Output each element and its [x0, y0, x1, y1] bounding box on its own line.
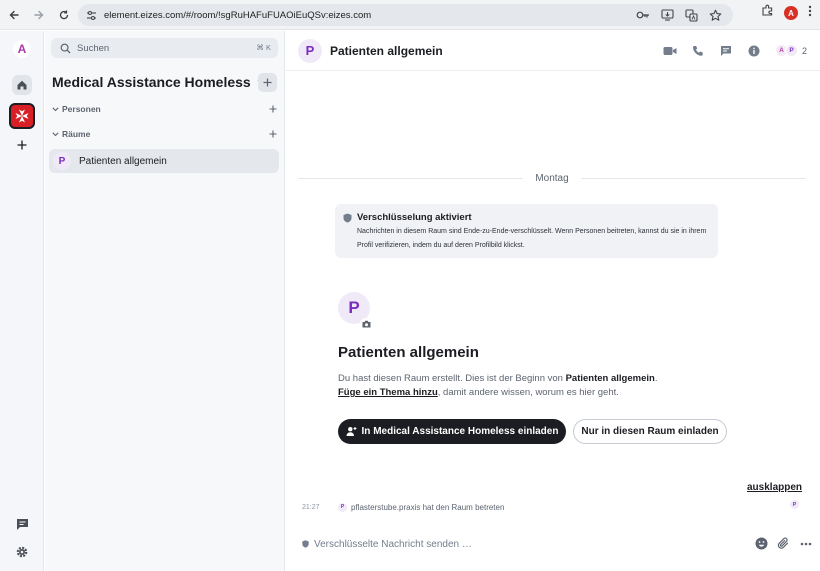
emoji-icon[interactable] [754, 536, 769, 551]
invite-to-space-label: In Medical Assistance Homeless einladen [361, 426, 559, 437]
home-icon [17, 80, 27, 90]
member-avatar: P [785, 44, 798, 57]
event-avatar[interactable]: P [338, 502, 347, 512]
invite-to-room-button[interactable]: Nur in diesen Raum einladen [573, 419, 727, 444]
space-name: Medical Assistance Homeless [52, 74, 251, 90]
add-room-button[interactable] [269, 127, 277, 141]
add-topic-link[interactable]: Füge ein Thema hinzu [338, 387, 438, 398]
translate-icon[interactable] [683, 7, 699, 23]
room-view: P Patienten allgemein A P 2 Montag Versc… [286, 31, 820, 571]
event-text: pflasterstube.praxis hat den Raum betret… [351, 502, 505, 512]
encryption-body: Nachrichten in diesem Raum sind Ende-zu-… [357, 228, 707, 249]
chevron-down-icon [51, 105, 60, 114]
room-name: Patienten allgemein [79, 155, 167, 167]
more-options-icon[interactable] [798, 536, 813, 551]
space-name-menu[interactable]: Medical Assistance Homeless [52, 74, 267, 90]
create-space-button[interactable] [12, 135, 32, 155]
event-timestamp: 21:27 [302, 503, 320, 511]
user-avatar[interactable]: A [13, 40, 31, 58]
video-call-icon[interactable] [662, 43, 678, 59]
url-text: element.eizes.com/#/room/!sgRuHAFuFUAOiE… [104, 9, 372, 21]
invite-to-space-button[interactable]: In Medical Assistance Homeless einladen [338, 419, 566, 444]
membership-event: 21:27 P pflasterstube.praxis hat den Rau… [302, 501, 504, 513]
room-avatar: P [53, 152, 71, 170]
install-app-icon[interactable] [659, 7, 675, 23]
space-avatar-malteser[interactable] [9, 103, 35, 129]
invite-to-room-label: Nur in diesen Raum einladen [581, 426, 719, 437]
bookmark-star-icon[interactable] [707, 7, 723, 23]
voice-call-icon[interactable] [690, 43, 706, 59]
encryption-notice: Verschlüsselung aktiviert Nachrichten in… [335, 204, 718, 258]
room-header[interactable]: P Patienten allgemein A P 2 [286, 31, 820, 71]
room-list-panel: Suchen ⌘ K Medical Assistance Homeless P… [45, 31, 285, 571]
room-list-item[interactable]: P Patienten allgemein [49, 149, 279, 173]
forward-arrow-icon[interactable] [28, 4, 50, 26]
shield-icon [301, 540, 309, 548]
room-header-avatar[interactable]: P [298, 38, 322, 63]
section-label-people: Personen [62, 104, 101, 114]
search-shortcut-hint: ⌘ K [256, 43, 271, 52]
divider [298, 177, 524, 179]
site-settings-icon[interactable] [84, 8, 98, 22]
plus-icon [17, 140, 27, 150]
intro-line2-suffix: , damit andere wissen, worum es hier geh… [437, 387, 619, 398]
search-icon [58, 41, 72, 55]
space-bar: A [0, 31, 44, 571]
address-bar[interactable]: element.eizes.com/#/room/!sgRuHAFuFUAOiE… [78, 4, 733, 26]
section-rooms[interactable]: Räume [51, 127, 277, 141]
threads-icon[interactable] [718, 43, 734, 59]
plus-icon [263, 78, 272, 87]
divider [580, 177, 807, 179]
date-separator: Montag [298, 171, 807, 185]
threads-icon [16, 518, 28, 530]
attachment-icon[interactable] [776, 536, 791, 551]
section-label-rooms: Räume [62, 129, 91, 139]
section-people[interactable]: Personen [51, 102, 277, 116]
encryption-title: Verschlüsselung aktiviert [357, 212, 472, 223]
maltese-cross-icon [15, 109, 29, 123]
room-intro-text: Du hast diesen Raum erstellt. Dies ist d… [338, 372, 758, 400]
room-header-title[interactable]: Patienten allgemein [330, 44, 443, 58]
camera-icon [362, 320, 370, 328]
room-intro-title: Patienten allgemein [338, 344, 479, 361]
intro-line1-prefix: Du hast diesen Raum erstellt. Dies ist d… [338, 373, 566, 384]
password-key-icon[interactable] [635, 7, 651, 23]
member-facepile[interactable]: A P 2 [775, 44, 807, 57]
browser-menu-icon[interactable] [808, 4, 812, 22]
expand-events-link[interactable]: ausklappen [747, 482, 802, 493]
back-arrow-icon[interactable] [3, 4, 25, 26]
member-count: 2 [802, 45, 808, 56]
room-info-icon[interactable] [746, 43, 762, 59]
plus-icon [269, 130, 277, 138]
read-receipt-avatar[interactable]: P [790, 500, 799, 509]
add-user-icon [346, 427, 357, 436]
plus-icon [269, 105, 277, 113]
shield-icon [342, 212, 352, 223]
intro-room-name: Patienten allgemein [565, 373, 655, 384]
browser-toolbar: element.eizes.com/#/room/!sgRuHAFuFUAOiE… [0, 0, 820, 30]
search-placeholder: Suchen [77, 42, 110, 54]
search-input[interactable]: Suchen ⌘ K [51, 38, 278, 58]
message-composer[interactable]: Verschlüsselte Nachricht senden … [286, 529, 820, 559]
quick-settings-button[interactable] [13, 543, 31, 561]
extensions-puzzle-icon[interactable] [761, 4, 774, 22]
intro-line1-suffix: . [654, 373, 658, 384]
add-person-button[interactable] [269, 102, 277, 116]
reload-icon[interactable] [53, 4, 75, 26]
browser-profile-avatar[interactable]: A [784, 6, 798, 20]
date-separator-label: Montag [535, 172, 569, 184]
chevron-down-icon [51, 130, 60, 139]
threads-button[interactable] [13, 515, 31, 533]
composer-placeholder[interactable]: Verschlüsselte Nachricht senden … [314, 539, 472, 550]
home-button[interactable] [12, 75, 32, 95]
gear-icon [16, 546, 28, 558]
space-add-button[interactable] [258, 73, 277, 92]
upload-avatar-button[interactable] [360, 318, 372, 330]
